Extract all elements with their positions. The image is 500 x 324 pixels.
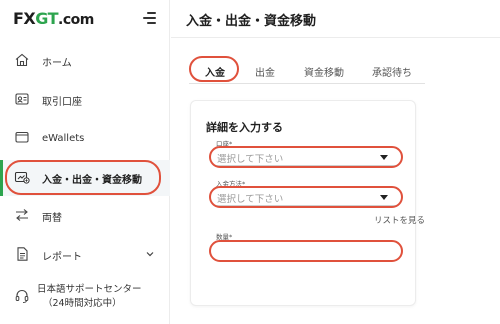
exchange-icon	[16, 209, 28, 221]
funds-icon	[14, 171, 30, 184]
fxgt-logo[interactable]: FXGT.com	[13, 9, 94, 29]
support-title: 日本語サポートセンター	[37, 284, 142, 295]
method-select-value: 選択して下さい	[217, 194, 284, 205]
dropdown-arrow-icon	[380, 195, 388, 200]
deposit-method-select[interactable]: 選択して下さい	[212, 187, 400, 207]
account-select-value: 選択して下さい	[217, 154, 284, 165]
form-title: 詳細を入力する	[206, 121, 283, 134]
sidebar-item-trading-accounts[interactable]: 取引口座	[0, 82, 170, 118]
report-icon	[17, 247, 28, 261]
main-content: 入金・出金・資金移動 入金 出金 資金移動 承認待ち 詳細を入力する 口座* 選…	[171, 0, 500, 324]
support-hours: （24時間対応中）	[43, 298, 122, 309]
sidebar-item-label: 入金・出金・資金移動	[42, 174, 142, 186]
active-indicator	[0, 160, 3, 196]
support-center-link[interactable]: 日本語サポートセンター （24時間対応中）	[0, 280, 170, 314]
wallet-icon	[15, 131, 29, 143]
sidebar-item-home[interactable]: ホーム	[0, 43, 170, 79]
logo-fx: FX	[13, 9, 36, 28]
page-title: 入金・出金・資金移動	[186, 14, 317, 29]
field-underline	[216, 165, 396, 166]
dropdown-arrow-icon	[380, 155, 388, 160]
tab-pending[interactable]: 承認待ち	[372, 64, 412, 79]
sidebar-item-ewallets[interactable]: eWallets	[0, 120, 170, 156]
account-select[interactable]: 選択して下さい	[212, 147, 400, 167]
sidebar: FXGT.com ホーム 取引口座 eWallets 入金・出金・資金移動 両替…	[0, 0, 170, 324]
amount-field-label: 数量*	[216, 233, 233, 241]
field-underline	[216, 205, 396, 206]
tab-withdraw[interactable]: 出金	[255, 64, 275, 79]
headset-icon	[15, 289, 29, 303]
deposit-form-card: 詳細を入力する 口座* 選択して下さい 入金方法* 選択して下さい リストを見る…	[190, 100, 425, 306]
header-divider	[171, 37, 500, 38]
trading-account-icon	[15, 93, 29, 105]
tab-deposit[interactable]: 入金	[205, 64, 225, 79]
logo-gt: GT	[35, 9, 59, 28]
sidebar-item-label: eWallets	[42, 132, 85, 144]
logo-com: .com	[58, 12, 94, 28]
home-icon	[15, 53, 29, 67]
sidebar-item-label: ホーム	[42, 57, 72, 69]
chevron-down-icon[interactable]	[146, 250, 154, 258]
sidebar-item-label: レポート	[42, 251, 82, 263]
menu-collapse-icon[interactable]	[143, 12, 156, 24]
sidebar-item-exchange[interactable]: 両替	[0, 198, 170, 234]
amount-input[interactable]	[212, 241, 400, 261]
tab-transfer[interactable]: 資金移動	[304, 64, 344, 79]
sidebar-item-label: 両替	[42, 212, 62, 224]
sidebar-item-label: 取引口座	[42, 96, 82, 108]
sidebar-item-reports[interactable]: レポート	[0, 237, 170, 273]
tab-bar: 入金 出金 資金移動 承認待ち	[189, 58, 425, 84]
sidebar-item-funds[interactable]: 入金・出金・資金移動	[0, 160, 170, 196]
view-list-link[interactable]: リストを見る	[374, 214, 425, 226]
